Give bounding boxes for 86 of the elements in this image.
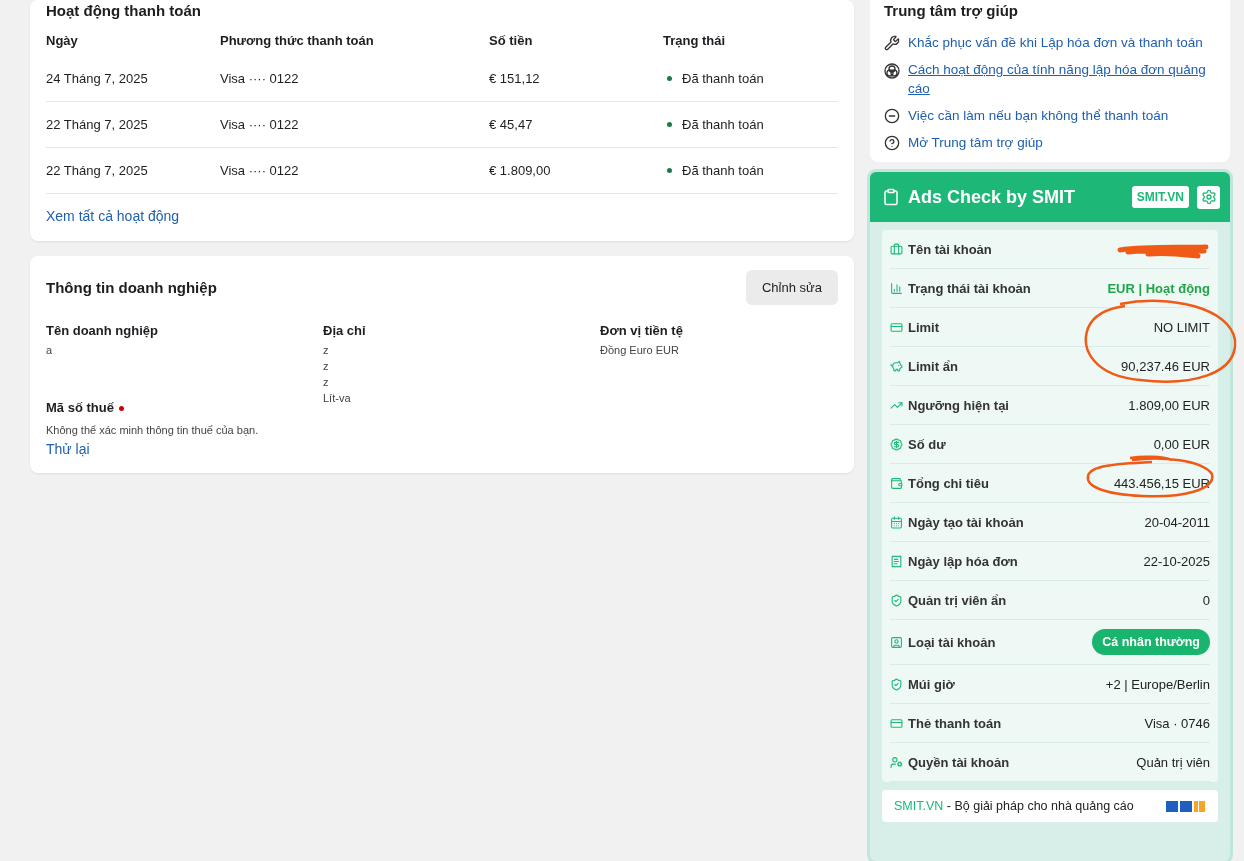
- info-label: Tên tài khoản: [908, 241, 992, 257]
- piggy-bank-icon: [890, 359, 903, 373]
- settings-button[interactable]: [1197, 185, 1220, 209]
- field-label: Địa chỉ: [323, 323, 367, 338]
- help-link[interactable]: Cách hoạt động của tính năng lập hóa đơn quảng cáo: [908, 60, 1216, 98]
- column-header: Số tiền: [489, 32, 534, 50]
- info-label: Số dư: [908, 436, 946, 452]
- info-value: 0,00 EUR: [1153, 436, 1210, 452]
- shield-icon: [890, 593, 903, 607]
- field-label: Đơn vị tiền tệ: [600, 323, 684, 338]
- error-message: Không thể xác minh thông tin thuế của bạn.: [46, 423, 260, 438]
- info-label: Limit: [908, 319, 940, 335]
- field-value: z: [323, 375, 330, 390]
- info-label: Ngưỡng hiện tại: [908, 397, 1009, 413]
- field-value: z: [323, 359, 330, 374]
- circles-icon: [884, 63, 900, 79]
- clipboard-icon: [882, 188, 900, 206]
- table-cell: 22 Tháng 7, 2025: [46, 102, 220, 148]
- edit-button[interactable]: Chỉnh sửa: [746, 270, 838, 305]
- account-type-badge: Cá nhân thường: [1092, 629, 1210, 655]
- user-icon: [890, 635, 903, 649]
- info-label: Ngày tạo tài khoản: [908, 514, 1024, 530]
- info-value: 443.456,15 EUR: [1113, 475, 1210, 491]
- info-label: Thẻ thanh toán: [908, 715, 1002, 731]
- card-icon: [890, 320, 903, 334]
- panel-title: Ads Check by SMIT: [908, 186, 1077, 208]
- info-value: Visa · 0746: [1144, 715, 1210, 731]
- field-value: Đồng Euro EUR: [600, 343, 680, 358]
- info-value: 22-10-2025: [1143, 553, 1210, 569]
- info-value: 0: [1202, 592, 1210, 608]
- info-value: 20-04-2011: [1144, 514, 1210, 530]
- logo-icon: [1166, 799, 1206, 813]
- info-value: NO LIMIT: [1153, 319, 1210, 335]
- info-value: 1.809,00 EUR: [1128, 397, 1210, 413]
- table-cell: Visa ···· 0122: [220, 56, 489, 102]
- calendar-icon: [890, 515, 903, 529]
- minus-icon: [884, 108, 900, 124]
- table-cell: 22 Tháng 7, 2025: [46, 148, 220, 194]
- table-cell: 24 Tháng 7, 2025: [46, 56, 220, 102]
- table-cell: € 45,47: [489, 102, 663, 148]
- field-value: a: [46, 343, 54, 358]
- info-value: +2 | Europe/Berlin: [1105, 676, 1210, 692]
- column-header: Ngày: [46, 32, 79, 50]
- table-cell: € 1.809,00: [489, 148, 663, 194]
- help-link[interactable]: Việc cần làm nếu bạn không thể thanh toán: [908, 106, 1169, 125]
- column-header: Trạng thái: [663, 32, 727, 50]
- help-link[interactable]: Khắc phục vấn đề khi Lập hóa đơn và thanh toán: [908, 33, 1203, 52]
- info-value: Quản trị viên: [1136, 754, 1210, 770]
- receipt-icon: [890, 554, 903, 568]
- card-icon: [890, 716, 903, 730]
- info-value: 90,237.46 EUR: [1121, 358, 1210, 374]
- info-label: Trạng thái tài khoản: [908, 280, 1031, 296]
- section-title: Thông tin doanh nghiệp: [46, 279, 217, 296]
- wrench-icon: [884, 35, 900, 51]
- info-label: Múi giờ: [908, 676, 955, 692]
- field-value: Lít-va: [323, 391, 352, 406]
- help-link[interactable]: Mở Trung tâm trợ giúp: [908, 133, 1043, 152]
- view-all-link[interactable]: Xem tất cả hoạt động: [46, 208, 180, 224]
- info-label: Tổng chi tiêu: [908, 475, 989, 491]
- info-label: Limit ẩn: [908, 358, 958, 374]
- field-label: Tên doanh nghiệp: [46, 323, 159, 338]
- help-icon: [884, 135, 900, 151]
- section-title: Hoạt động thanh toán: [46, 2, 202, 19]
- footer-text: SMIT.VN - Bộ giải pháp cho nhà quảng cáo: [894, 799, 1134, 813]
- field-label: Mã số thuế: [46, 400, 114, 415]
- section-title: Trung tâm trợ giúp: [884, 2, 1019, 19]
- table-cell: Visa ···· 0122: [220, 102, 489, 148]
- field-value: z: [323, 343, 330, 358]
- status-text: Đã thanh toán: [682, 117, 764, 132]
- table-cell: Visa ···· 0122: [220, 148, 489, 194]
- shield-icon: [890, 677, 903, 691]
- info-label: Ngày lập hóa đơn: [908, 553, 1018, 569]
- retry-link[interactable]: Thử lại: [46, 441, 838, 457]
- bar-chart-icon: [890, 281, 903, 295]
- briefcase-icon: [890, 242, 903, 256]
- info-value: EUR | Hoạt động: [1107, 280, 1210, 296]
- status-text: Đã thanh toán: [682, 163, 764, 178]
- column-header: Phương thức thanh toán: [220, 32, 375, 50]
- info-label: Quản trị viên ẩn: [908, 592, 1007, 608]
- dollar-icon: [890, 437, 903, 451]
- table-cell: € 151,12: [489, 56, 663, 102]
- user-settings-icon: [890, 755, 903, 769]
- status-text: Đã thanh toán: [682, 71, 764, 86]
- info-label: Quyền tài khoản: [908, 754, 1010, 770]
- wallet-icon: [890, 476, 903, 490]
- info-label: Loại tài khoản: [908, 634, 996, 650]
